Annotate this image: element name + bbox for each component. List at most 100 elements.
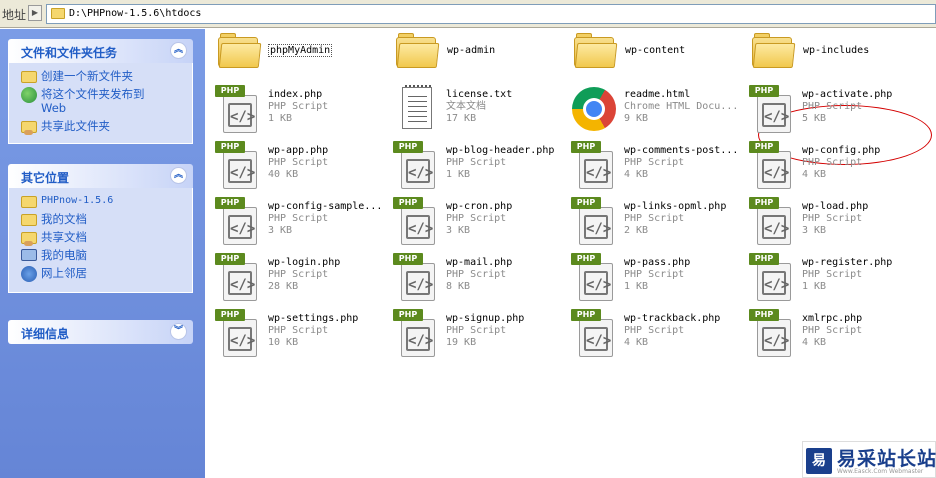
- file-name: wp-settings.php: [268, 313, 359, 324]
- file-item[interactable]: </> PHP wp-load.php PHP Script 3 KB: [744, 197, 922, 249]
- file-type: PHP Script: [624, 157, 685, 168]
- new-folder-icon: [21, 71, 37, 83]
- file-size: 4 KB: [624, 169, 649, 180]
- my-documents-icon: [21, 214, 37, 226]
- file-tasks-header[interactable]: 文件和文件夹任务 ︽: [8, 39, 193, 63]
- file-item[interactable]: </> PHP wp-signup.php PHP Script 19 KB: [388, 309, 566, 361]
- address-path: D:\PHPnow-1.5.6\htdocs: [69, 8, 202, 19]
- file-item[interactable]: </> PHP wp-pass.php PHP Script 1 KB: [566, 253, 744, 305]
- php-badge: PHP: [749, 85, 779, 97]
- collapse-icon[interactable]: ︽: [170, 167, 187, 184]
- file-item[interactable]: </> PHP wp-links-opml.php PHP Script 2 KB: [566, 197, 744, 249]
- file-size: 3 KB: [446, 225, 471, 236]
- details-panel: 详细信息 ︾: [8, 320, 193, 344]
- file-item[interactable]: </> PHP index.php PHP Script 1 KB: [210, 85, 388, 137]
- file-type: PHP Script: [446, 157, 507, 168]
- file-type: PHP Script: [802, 213, 863, 224]
- file-item[interactable]: </> PHP wp-config-sample... PHP Script 3 KB: [210, 197, 388, 249]
- file-type: PHP Script: [624, 325, 685, 336]
- place-network[interactable]: 网上邻居: [21, 266, 192, 282]
- place-my-computer[interactable]: 我的电脑: [21, 248, 192, 262]
- collapse-icon[interactable]: ︽: [170, 42, 187, 59]
- php-badge: PHP: [749, 253, 779, 265]
- file-item[interactable]: </> PHP wp-app.php PHP Script 40 KB: [210, 141, 388, 193]
- file-item[interactable]: </> PHP wp-config.php PHP Script 4 KB: [744, 141, 922, 193]
- php-file-icon: </> PHP: [571, 197, 619, 245]
- php-file-icon: </> PHP: [749, 85, 797, 133]
- file-item[interactable]: </> PHP wp-comments-post... PHP Script 4 KB: [566, 141, 744, 193]
- file-size: 3 KB: [268, 225, 293, 236]
- php-file-icon: </> PHP: [215, 309, 263, 357]
- file-name: readme.html: [624, 89, 691, 100]
- php-file-icon: </> PHP: [215, 253, 263, 301]
- folder-item[interactable]: wp-admin: [388, 31, 566, 83]
- address-input[interactable]: D:\PHPnow-1.5.6\htdocs: [46, 4, 936, 24]
- file-item[interactable]: readme.html Chrome HTML Docu... 9 KB: [566, 85, 744, 137]
- text-file-icon: [402, 85, 432, 129]
- file-item[interactable]: </> PHP xmlrpc.php PHP Script 4 KB: [744, 309, 922, 361]
- php-badge: PHP: [215, 197, 245, 209]
- file-item[interactable]: license.txt 文本文档 17 KB: [388, 85, 566, 137]
- file-item[interactable]: </> PHP wp-settings.php PHP Script 10 KB: [210, 309, 388, 361]
- php-badge: PHP: [571, 141, 601, 153]
- folder-item[interactable]: wp-includes: [744, 31, 922, 83]
- php-badge: PHP: [571, 197, 601, 209]
- file-size: 4 KB: [802, 337, 827, 348]
- other-places-header[interactable]: 其它位置 ︽: [8, 164, 193, 188]
- php-badge: PHP: [393, 253, 423, 265]
- file-size: 9 KB: [624, 113, 649, 124]
- php-badge: PHP: [393, 197, 423, 209]
- file-size: 5 KB: [802, 113, 827, 124]
- php-badge: PHP: [571, 253, 601, 265]
- file-name: wp-trackback.php: [624, 313, 721, 324]
- folder-item[interactable]: phpMyAdmin: [210, 31, 388, 83]
- file-item[interactable]: </> PHP wp-activate.php PHP Script 5 KB: [744, 85, 922, 137]
- folder-item[interactable]: wp-content: [566, 31, 744, 83]
- file-name: wp-config-sample...: [268, 201, 383, 212]
- file-size: 1 KB: [624, 281, 649, 292]
- file-item[interactable]: </> PHP wp-login.php PHP Script 28 KB: [210, 253, 388, 305]
- file-item[interactable]: </> PHP wp-register.php PHP Script 1 KB: [744, 253, 922, 305]
- folder-icon: [218, 33, 262, 68]
- file-name: wp-content: [625, 45, 686, 56]
- file-item[interactable]: </> PHP wp-mail.php PHP Script 8 KB: [388, 253, 566, 305]
- file-type: PHP Script: [268, 269, 329, 280]
- file-size: 19 KB: [446, 337, 477, 348]
- file-type: PHP Script: [268, 213, 329, 224]
- file-tasks-title: 文件和文件夹任务: [21, 46, 118, 60]
- php-file-icon: </> PHP: [393, 253, 441, 301]
- task-new-folder[interactable]: 创建一个新文件夹: [21, 69, 192, 83]
- file-name: wp-activate.php: [802, 89, 893, 100]
- place-my-documents[interactable]: 我的文档: [21, 212, 192, 226]
- php-badge: PHP: [393, 309, 423, 321]
- file-item[interactable]: </> PHP wp-cron.php PHP Script 3 KB: [388, 197, 566, 249]
- file-name: wp-blog-header.php: [446, 145, 555, 156]
- expand-icon[interactable]: ︾: [170, 323, 187, 340]
- php-file-icon: </> PHP: [215, 197, 263, 245]
- file-type: PHP Script: [446, 213, 507, 224]
- file-type: PHP Script: [802, 269, 863, 280]
- file-type: 文本文档: [446, 101, 486, 112]
- file-item[interactable]: </> PHP wp-blog-header.php PHP Script 1 KB: [388, 141, 566, 193]
- address-bar: 地址 ▶ D:\PHPnow-1.5.6\htdocs: [0, 0, 936, 28]
- watermark-text: 易采站长站: [837, 448, 936, 470]
- place-phpnow[interactable]: PHPnow-1.5.6: [21, 194, 192, 208]
- address-toolbar-handle[interactable]: ▶: [28, 5, 42, 21]
- details-header[interactable]: 详细信息 ︾: [8, 320, 193, 344]
- place-shared-documents[interactable]: 共享文档: [21, 230, 192, 246]
- other-places-title: 其它位置: [21, 171, 70, 185]
- file-type: PHP Script: [802, 101, 863, 112]
- file-type: PHP Script: [446, 325, 507, 336]
- file-name: wp-admin: [447, 45, 496, 56]
- file-item[interactable]: </> PHP wp-trackback.php PHP Script 4 KB: [566, 309, 744, 361]
- task-share-folder[interactable]: 共享此文件夹: [21, 119, 192, 135]
- details-title: 详细信息: [21, 327, 70, 341]
- other-places-panel: 其它位置 ︽ PHPnow-1.5.6 我的文档 共享文档 我的电脑 网上邻居: [8, 164, 193, 293]
- php-badge: PHP: [215, 141, 245, 153]
- folder-icon: [752, 33, 796, 68]
- php-file-icon: </> PHP: [215, 85, 263, 133]
- file-size: 4 KB: [624, 337, 649, 348]
- php-file-icon: </> PHP: [393, 197, 441, 245]
- task-publish-web[interactable]: 将这个文件夹发布到 Web: [21, 87, 192, 115]
- file-tasks-panel: 文件和文件夹任务 ︽ 创建一个新文件夹 将这个文件夹发布到 Web 共享此文件夹: [8, 39, 193, 144]
